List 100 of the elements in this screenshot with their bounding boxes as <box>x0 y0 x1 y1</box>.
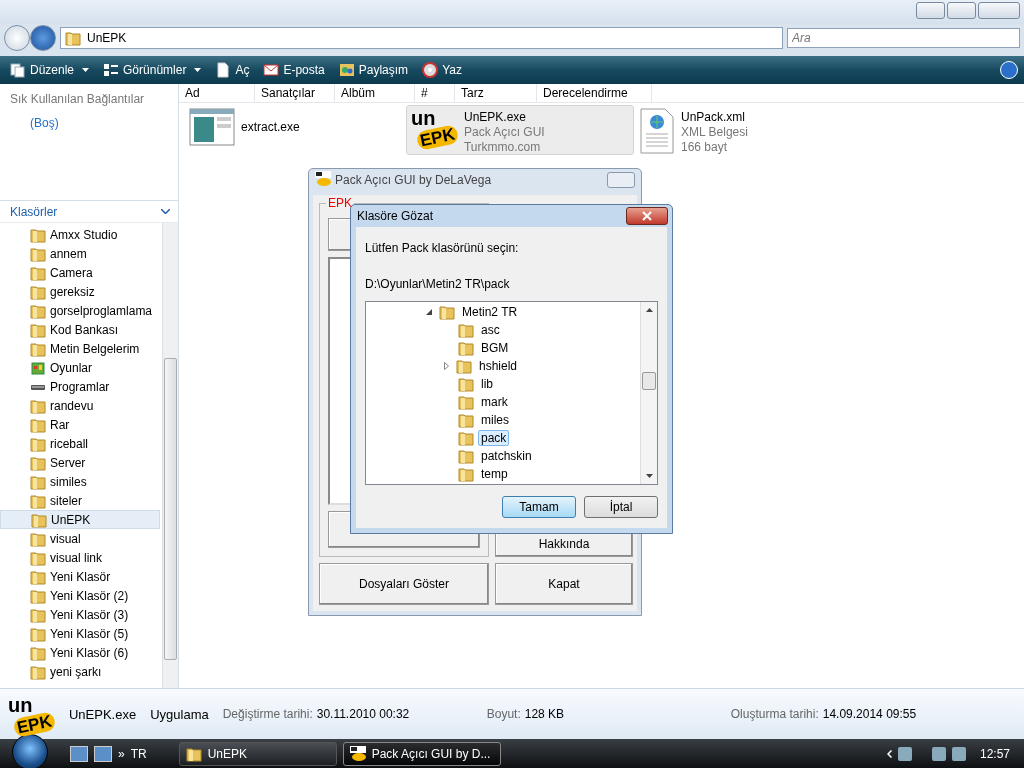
path-text: D:\Oyunlar\Metin2 TR\pack <box>365 277 511 291</box>
folder-item[interactable]: randevu <box>0 396 160 415</box>
scrollbar-thumb[interactable] <box>164 358 177 660</box>
toolbar-button[interactable]: Paylaşım <box>334 60 413 80</box>
start-button[interactable] <box>12 734 48 768</box>
folder-icon <box>30 568 46 585</box>
toolbar-button[interactable]: Düzenle <box>6 60 94 80</box>
minimize-button[interactable] <box>916 2 945 19</box>
address-bar[interactable]: UnEPK <box>60 27 783 49</box>
help-icon[interactable] <box>1000 61 1018 79</box>
tree-item[interactable]: patchskin <box>478 448 535 464</box>
folder-item[interactable]: Yeni Klasör (6) <box>0 643 160 662</box>
toolbar-button[interactable]: Görünümler <box>99 60 206 80</box>
expanded-arrow-icon[interactable] <box>426 309 432 315</box>
field-value: 14.09.2014 09:55 <box>822 707 917 721</box>
back-button[interactable] <box>4 25 30 51</box>
scrollbar[interactable] <box>162 223 178 688</box>
scroll-down-icon[interactable] <box>645 474 653 478</box>
tree-item[interactable]: hshield <box>476 358 521 374</box>
folders-header[interactable]: Klasörler <box>0 200 178 223</box>
clock[interactable]: 12:57 <box>979 747 1010 761</box>
file-name: UnEPK.exe <box>463 110 527 125</box>
folder-icon <box>30 587 46 604</box>
folder-item[interactable]: Kod Bankası <box>0 320 160 339</box>
field-label: Boyut: <box>486 707 521 721</box>
tree-item[interactable]: mark <box>478 394 511 410</box>
desktop-icon[interactable] <box>70 746 88 762</box>
file-name: UnPack.xml <box>681 110 746 125</box>
search-field[interactable]: Ara <box>787 28 1020 48</box>
dialog-button[interactable]: Tamam <box>502 496 576 518</box>
tree-item[interactable]: temp <box>478 466 511 482</box>
scroll-up-icon[interactable] <box>645 308 653 312</box>
network-icon[interactable] <box>931 747 946 761</box>
folder-item[interactable]: Server <box>0 453 160 472</box>
window-switch-icon[interactable] <box>94 746 112 762</box>
field-label: Oluşturma tarihi: <box>730 707 819 721</box>
folder-item[interactable]: Yeni Klasör (2) <box>0 586 160 605</box>
folder-icon <box>30 245 46 262</box>
maximize-button[interactable] <box>947 2 976 19</box>
folder-item[interactable]: Camera <box>0 263 160 282</box>
folder-item[interactable]: Yeni Klasör (5) <box>0 624 160 643</box>
folder-item[interactable]: UnEPK <box>0 510 160 529</box>
folder-item[interactable]: Oyunlar <box>0 358 160 377</box>
file-info: Pack Açıcı GUI <box>463 125 545 140</box>
language-indicator[interactable]: TR <box>130 747 147 761</box>
tree-item[interactable]: Metin2 TR <box>459 304 521 320</box>
folder-item[interactable]: gereksiz <box>0 282 160 301</box>
folder-icon <box>439 304 455 320</box>
tree-item[interactable]: BGM <box>478 340 512 356</box>
folder-item[interactable]: gorselproglamlama <box>0 301 160 320</box>
volume-icon[interactable] <box>951 747 966 761</box>
folder-icon <box>30 454 46 471</box>
folder-item[interactable]: siteler <box>0 491 160 510</box>
folder-item[interactable]: similes <box>0 472 160 491</box>
empty-label: (Boş) <box>30 116 60 130</box>
window-button[interactable]: Dosyaları Göster <box>319 563 489 605</box>
taskbar-button[interactable]: UnEPK <box>178 742 337 766</box>
collapsed-arrow-icon[interactable] <box>444 362 449 370</box>
file-info: XML Belgesi <box>681 125 748 140</box>
toolbar-button[interactable]: E-posta <box>259 60 329 80</box>
folder-item[interactable]: riceball <box>0 434 160 453</box>
folder-icon <box>30 283 46 300</box>
folder-item[interactable]: visual <box>0 529 160 548</box>
folder-item[interactable]: Metin Belgelerim <box>0 339 160 358</box>
folder-icon <box>65 30 81 46</box>
taskbar-button[interactable]: Pack Açıcı GUI by D... <box>342 742 501 766</box>
scrollbar[interactable] <box>640 302 657 484</box>
folder-icon <box>30 625 46 642</box>
folder-item[interactable]: visual link <box>0 548 160 567</box>
chevron-icon <box>161 209 170 214</box>
folder-item[interactable]: Amxx Studio <box>0 225 160 244</box>
folder-item[interactable]: Yeni Klasör <box>0 567 160 586</box>
file-item[interactable]: extract.exe <box>184 105 406 155</box>
close-button[interactable] <box>626 207 668 225</box>
folder-icon <box>458 466 474 482</box>
chevron-button[interactable]: » <box>118 747 125 761</box>
window-title: Pack Açıcı GUI by DeLaVega <box>335 173 493 187</box>
tree-item[interactable]: asc <box>478 322 503 338</box>
dialog-button[interactable]: İptal <box>584 496 658 518</box>
window-button[interactable]: Kapat <box>495 563 633 605</box>
folder-icon <box>30 492 46 509</box>
file-name: UnEPK.exe <box>68 706 137 722</box>
safely-remove-icon[interactable] <box>897 747 912 761</box>
file-item[interactable]: UnPack.xml XML Belgesi 166 bayt <box>634 105 834 155</box>
folder-item[interactable]: yeni şarkı <box>0 662 160 681</box>
tree-item[interactable]: lib <box>478 376 496 392</box>
toolbar-button[interactable]: Aç <box>211 60 254 80</box>
folder-item[interactable]: Yeni Klasör (3) <box>0 605 160 624</box>
scrollbar-thumb[interactable] <box>642 372 656 390</box>
tree-item[interactable]: miles <box>478 412 512 428</box>
document-icon <box>215 62 232 78</box>
address-crumb[interactable]: UnEPK <box>87 31 778 45</box>
forward-button[interactable] <box>30 25 56 51</box>
folder-item[interactable]: annem <box>0 244 160 263</box>
tree-item[interactable]: pack <box>478 430 510 446</box>
share-icon <box>338 62 355 78</box>
toolbar-button[interactable]: Yaz <box>418 60 466 80</box>
tray-chevron-icon[interactable] <box>886 750 892 758</box>
folder-item[interactable]: Programlar <box>0 377 160 396</box>
folder-item[interactable]: Rar <box>0 415 160 434</box>
